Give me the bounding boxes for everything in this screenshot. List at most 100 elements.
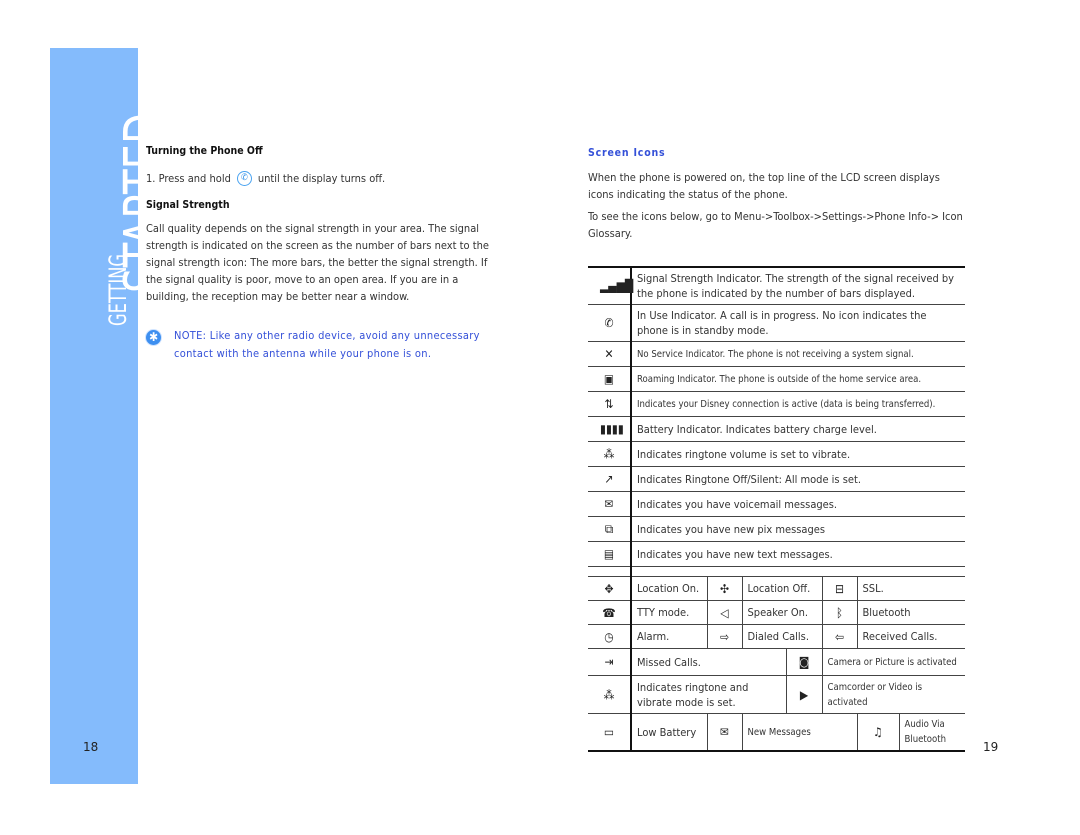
vibrate-icon-cell: ⁂ [588,441,632,467]
missed-calls-icon-cell: ⇥ [588,648,632,676]
icon-row: ✕ No Service Indicator. The phone is not … [588,341,965,367]
camera-icon: ◙ [798,655,810,669]
tty-mode-icon-cell: ☎ [588,600,632,625]
icon-description: Audio Via Bluetooth [899,713,965,752]
icon-row: ▣ Roaming Indicator. The phone is outside… [588,366,965,392]
icon-description: In Use Indicator. A call is in progress.… [631,304,965,342]
no-service-icon-cell: ✕ [588,341,632,367]
tty-mode-icon: ☎ [602,605,616,620]
icon-row: ⇅ Indicates your Disney connection is act… [588,391,965,417]
audio-bluetooth-icon-cell: ♫ [857,713,900,752]
camcorder-icon: ▶ [799,687,809,702]
right-page-content: Screen Icons When the phone is powered o… [588,145,968,242]
dialed-calls-icon-cell: ⇨ [707,624,743,649]
audio-bluetooth-icon: ♫ [873,725,883,739]
text-message-icon: ▤ [603,547,615,561]
received-calls-icon: ⇦ [834,629,845,644]
battery-icon-cell: ▮▮▮▮ [588,416,632,442]
chapter-title-small: GETTING [104,254,132,326]
ringtone-and-vibrate-icon: ⁂ [603,687,615,702]
icon-description: Battery Indicator. Indicates battery cha… [631,416,965,442]
icon-description: TTY mode. [631,600,708,625]
pix-message-icon-cell: ⧉ [588,516,632,542]
roaming-icon: ▣ [603,372,615,386]
icon-description: Missed Calls. [631,648,787,676]
icon-grid-row: ◷ Alarm. ⇨ Dialed Calls. ⇦ Received Calls. [588,624,965,649]
icon-row: ✉ Indicates you have voicemail messages. [588,491,965,517]
screen-icons-heading: Screen Icons [588,147,666,159]
icon-description: Received Calls. [857,624,965,649]
alarm-icon: ◷ [604,629,614,644]
battery-icon: ▮▮▮▮ [600,422,624,436]
spacer-cell [588,566,632,577]
location-on-icon-cell: ✥ [588,576,632,601]
ssl-lock-icon: ⊟ [834,581,845,596]
page-number-right: 19 [983,740,999,754]
location-off-icon: ✣ [719,581,730,596]
vibrate-icon: ⁂ [603,447,615,461]
text-message-icon-cell: ▤ [588,541,632,567]
note-callout: ✱ NOTE: Like any other radio device, avo… [146,327,491,363]
icon-description: Camcorder or Video is activated [822,675,965,714]
signal-strength-body: Call quality depends on the signal stren… [146,222,489,303]
icon-description: New Messages [742,713,858,752]
roaming-icon-cell: ▣ [588,366,632,392]
in-use-phone-icon-cell: ✆ [588,304,632,342]
pix-message-icon: ⧉ [604,522,614,536]
note-asterisk-icon: ✱ [146,330,161,345]
no-service-icon: ✕ [604,347,614,361]
icon-description: Speaker On. [742,600,823,625]
silent-mode-icon-cell: ↗ [588,466,632,492]
icon-description: Location On. [631,576,708,601]
turning-off-step: 1. Press and hold ✆ until the display tu… [146,170,491,187]
icon-description: Dialed Calls. [742,624,823,649]
speaker-on-icon: ◁ [720,605,729,620]
low-battery-icon: ▭ [603,725,615,739]
icon-two-col-row: ⇥ Missed Calls. ◙ Camera or Picture is acti… [588,648,965,676]
icon-description: Low Battery [631,713,708,752]
icon-grid-row: ☎ TTY mode. ◁ Speaker On. ᛒ Bluetooth [588,600,965,625]
step-suffix: until the display turns off. [257,172,386,185]
screen-icons-instructions: To see the icons below, go to Menu->Tool… [588,210,963,240]
icon-row: ↗ Indicates Ringtone Off/Silent: All mode… [588,466,965,492]
page-number-left: 18 [83,740,99,754]
new-messages-icon-cell: ✉ [707,713,743,752]
chapter-title: STARTED GETTING [50,48,138,338]
data-connection-icon: ⇅ [604,397,614,411]
location-off-icon-cell: ✣ [707,576,743,601]
icon-row: ⧉ Indicates you have new pix messages [588,516,965,542]
icon-row: ⁂ Indicates ringtone volume is set to vib… [588,441,965,467]
icon-description: Indicates you have new pix messages [631,516,965,542]
icon-description: No Service Indicator. The phone is not r… [631,341,965,367]
in-use-phone-icon: ✆ [604,316,614,330]
icon-description: Indicates your Disney connection is acti… [631,391,965,417]
icon-description: Location Off. [742,576,823,601]
icon-description: Signal Strength Indicator. The strength … [631,266,965,305]
location-on-icon: ✥ [604,581,614,596]
turning-off-heading: Turning the Phone Off [146,145,263,157]
step-prefix: 1. Press and hold [146,172,231,185]
icon-row: ▮▮▮▮ Battery Indicator. Indicates battery… [588,416,965,442]
spacer-row [588,566,965,577]
icon-description: Alarm. [631,624,708,649]
dialed-calls-icon: ⇨ [719,629,730,644]
signal-strength-icon: ▂▄▆█ [600,279,634,293]
icon-description: Indicates Ringtone Off/Silent: All mode … [631,466,965,492]
note-text: NOTE: Like any other radio device, avoid… [174,329,480,360]
missed-calls-icon: ⇥ [604,655,614,669]
voicemail-icon: ✉ [604,497,614,511]
signal-strength-heading: Signal Strength [146,199,230,211]
low-battery-icon-cell: ▭ [588,713,632,752]
icon-description: SSL. [857,576,965,601]
silent-mode-icon: ↗ [604,472,614,486]
icon-row: ▂▄▆█ Signal Strength Indicator. The stren… [588,266,965,305]
icon-description: Indicates you have new text messages. [631,541,965,567]
data-connection-icon-cell: ⇅ [588,391,632,417]
icon-description: Roaming Indicator. The phone is outside … [631,366,965,392]
voicemail-icon-cell: ✉ [588,491,632,517]
icon-description: Indicates ringtone and vibrate mode is s… [631,675,787,714]
alarm-icon-cell: ◷ [588,624,632,649]
camera-icon-cell: ◙ [786,648,823,676]
speaker-on-icon-cell: ◁ [707,600,743,625]
icon-description: Indicates you have voicemail messages. [631,491,965,517]
